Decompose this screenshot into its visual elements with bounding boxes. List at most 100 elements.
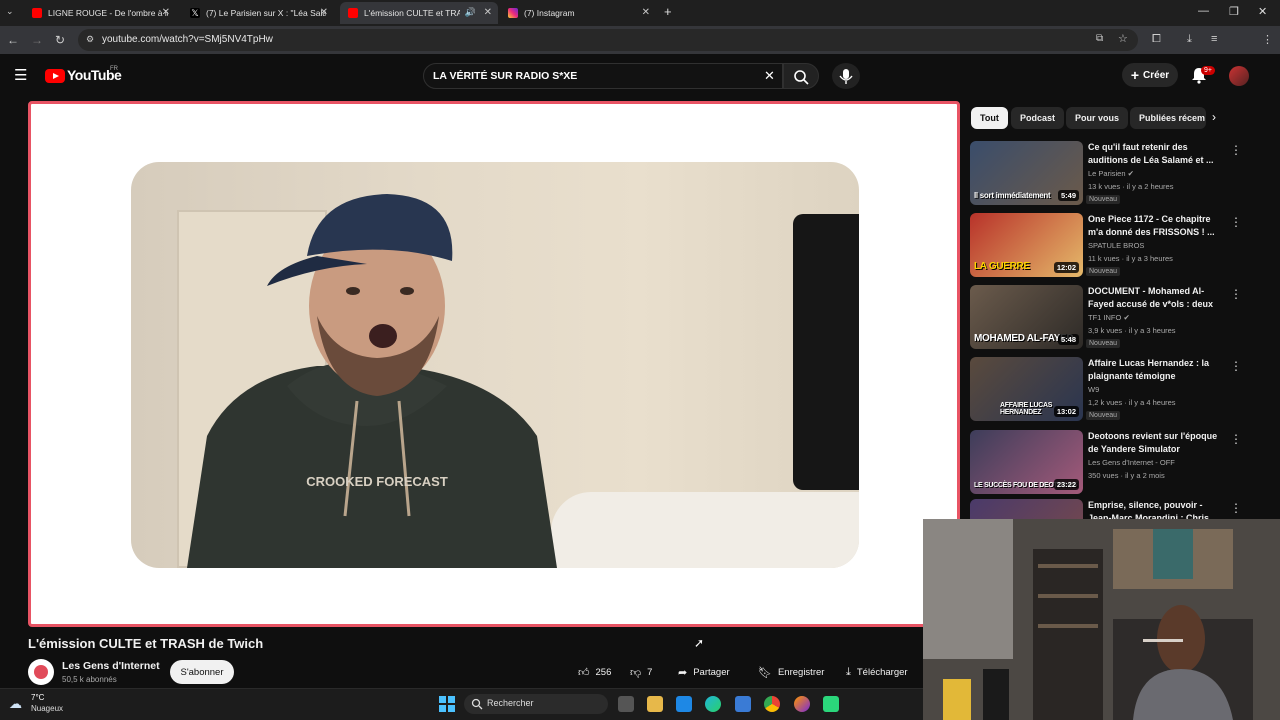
search-button[interactable] [783,63,819,89]
video-frame[interactable]: CROOKED FORECAST [131,162,859,568]
channel-avatar[interactable] [28,659,54,685]
video-duration: 12:02 [1053,262,1079,273]
video-thumbnail[interactable]: LA GUERRE 12:02 [970,213,1083,277]
subscribe-button[interactable]: S'abonner [170,660,234,684]
chip-podcast[interactable]: Podcast [1011,107,1065,129]
recommendation-title[interactable]: DOCUMENT - Mohamed Al-Fayed accusé de v*… [1088,285,1220,311]
create-button[interactable]: + Créer [1122,63,1178,87]
weather-cloud-icon[interactable]: ☁ [9,696,22,712]
new-tab-button[interactable]: + [664,4,672,19]
video-player[interactable]: CROOKED FORECAST [28,101,960,627]
menu-kebab-icon[interactable]: ⋮ [1262,33,1273,46]
youtube-header: ☰ YouTube FR LA VÉRITÉ SUR RADIO S*XE ✕ … [0,54,1280,98]
more-options-icon[interactable]: ⋮ [1230,143,1242,157]
more-options-icon[interactable]: ⋮ [1230,287,1242,301]
video-thumbnail[interactable]: MOHAMED AL-FAYED 5:48 [970,285,1083,349]
bookmark-star-icon[interactable]: ☆ [1118,32,1128,45]
dislike-count: 7 [647,666,653,678]
recommendation-channel[interactable]: Les Gens d'Internet - OFF [1088,458,1175,467]
reload-icon[interactable]: ↻ [55,33,65,47]
search-query[interactable]: LA VÉRITÉ SUR RADIO S*XE [433,70,577,82]
firefox-browser-icon[interactable] [794,696,810,712]
search-input[interactable]: LA VÉRITÉ SUR RADIO S*XE ✕ [423,63,783,89]
recommendation-item[interactable]: LA GUERRE 12:02 One Piece 1172 - Ce chap… [970,213,1270,279]
youtube-icon [32,8,42,18]
windows-start-icon[interactable] [439,696,455,712]
task-view-icon[interactable] [618,696,634,712]
recommendation-channel[interactable]: TF1 INFO ✔ [1088,313,1130,322]
save-button[interactable]: 🔖︎ Enregistrer [752,660,830,684]
instagram-icon [508,8,518,18]
streaming-app-icon[interactable] [823,696,839,712]
recommendation-item[interactable]: Emprise, silence, pouvoir - Jean-Marc Mo… [970,499,1270,519]
address-bar[interactable]: ⚙ youtube.com/watch?v=SMj5NV4TpHw ⧉ ☆ [78,29,1138,51]
edge-browser-icon[interactable] [705,696,721,712]
channel-name[interactable]: Les Gens d'Internet [62,660,160,672]
recommendation-title[interactable]: Ce qu'il faut retenir des auditions de L… [1088,141,1220,167]
recommendation-channel[interactable]: SPATULE BROS [1088,241,1144,250]
video-thumbnail[interactable]: LE SUCCÈS FOU DE DEOTOONS 23:22 [970,430,1083,494]
close-icon[interactable]: ✕ [642,7,650,18]
close-icon[interactable]: ✕ [320,7,328,18]
download-icon[interactable]: ⤓ [1187,33,1192,46]
share-button[interactable]: ➦ Partager [672,660,744,684]
hoodie-print: CROOKED FORECAST [306,474,448,489]
chip-tout[interactable]: Tout [971,107,1008,129]
window-close-icon[interactable]: ✕ [1258,5,1267,18]
chevron-right-icon[interactable]: › [1212,110,1216,124]
recommendation-title[interactable]: Deotoons revient sur l'époque de Yandere… [1088,430,1220,456]
windows-taskbar [0,688,923,720]
new-badge: Nouveau [1086,267,1121,276]
more-options-icon[interactable]: ⋮ [1230,359,1242,373]
recommendation-channel[interactable]: Le Parisien ✔ [1088,169,1134,178]
weather-condition[interactable]: Nuageux [31,704,63,713]
recommendation-title[interactable]: Affaire Lucas Hernandez : la plaignante … [1088,357,1220,383]
tab-search-icon[interactable]: ⌄ [6,6,14,17]
chip-recent[interactable]: Publiées récem [1130,107,1206,129]
recommendation-item[interactable]: AFFAIRE LUCAS HERNANDEZ 13:02 Affaire Lu… [970,357,1270,423]
site-info-icon[interactable]: ⚙ [86,34,94,45]
file-explorer-icon[interactable] [647,696,663,712]
weather-temperature[interactable]: 7°C [31,693,44,702]
like-button[interactable]: 👍︎ 256 [570,660,624,684]
download-button[interactable]: ⤓ Télécharger [840,660,920,684]
close-icon[interactable]: ✕ [484,7,492,18]
browser-tab-3-active[interactable]: L'émission CULTE et TRASH 🔊 ✕ [340,2,498,24]
browser-tab-1[interactable]: LIGNE ROUGE - De l'ombre à la ✕ [24,2,176,24]
forward-icon[interactable]: → [31,33,43,47]
recommendation-title[interactable]: One Piece 1172 - Ce chapitre m'a donné d… [1088,213,1220,239]
taskbar-search[interactable]: Rechercher [464,694,608,714]
recommendation-channel[interactable]: W9 [1088,385,1099,394]
chip-pour-vous[interactable]: Pour vous [1066,107,1129,129]
url-text[interactable]: youtube.com/watch?v=SMj5NV4TpHw [102,34,273,45]
youtube-logo-icon[interactable] [45,69,65,83]
chrome-browser-icon[interactable] [764,696,780,712]
back-icon[interactable]: ← [7,33,19,47]
browser-tab-4[interactable]: (7) Instagram ✕ [500,2,656,24]
voice-search-button[interactable] [832,63,860,89]
video-thumbnail[interactable]: AFFAIRE LUCAS HERNANDEZ 13:02 [970,357,1083,421]
more-options-icon[interactable]: ⋮ [1230,432,1242,446]
media-control-icon[interactable]: ≡ [1211,33,1217,45]
video-thumbnail[interactable]: Il sort immédiatement 5:49 [970,141,1083,205]
recommendation-item[interactable]: MOHAMED AL-FAYED 5:48 DOCUMENT - Mohamed… [970,285,1270,351]
microsoft-store-icon[interactable] [735,696,751,712]
extensions-icon[interactable]: ⧠ [1152,33,1161,46]
restore-icon[interactable]: ❐ [1229,5,1239,18]
recommendation-item[interactable]: LE SUCCÈS FOU DE DEOTOONS 23:22 Deotoons… [970,430,1270,496]
user-avatar[interactable] [1229,66,1249,86]
mail-icon[interactable] [676,696,692,712]
clear-search-icon[interactable]: ✕ [764,68,775,84]
hamburger-menu-icon[interactable]: ☰ [14,66,27,84]
speaker-icon[interactable]: 🔊 [465,7,476,18]
more-options-icon[interactable]: ⋮ [1230,215,1242,229]
dislike-button[interactable]: 👎︎ 7 [624,660,664,684]
recommendation-item[interactable]: Il sort immédiatement 5:49 Ce qu'il faut… [970,141,1270,207]
install-app-icon[interactable]: ⧉ [1096,33,1103,44]
more-options-icon[interactable]: ⋮ [1230,501,1242,515]
video-thumbnail[interactable] [970,499,1083,519]
recommendation-title[interactable]: Emprise, silence, pouvoir - Jean-Marc Mo… [1088,499,1220,519]
browser-tab-2[interactable]: 𝕏 (7) Le Parisien sur X : "Léa Salam ✕ [182,2,334,24]
close-icon[interactable]: ✕ [162,7,170,18]
minimize-icon[interactable]: — [1198,5,1209,17]
